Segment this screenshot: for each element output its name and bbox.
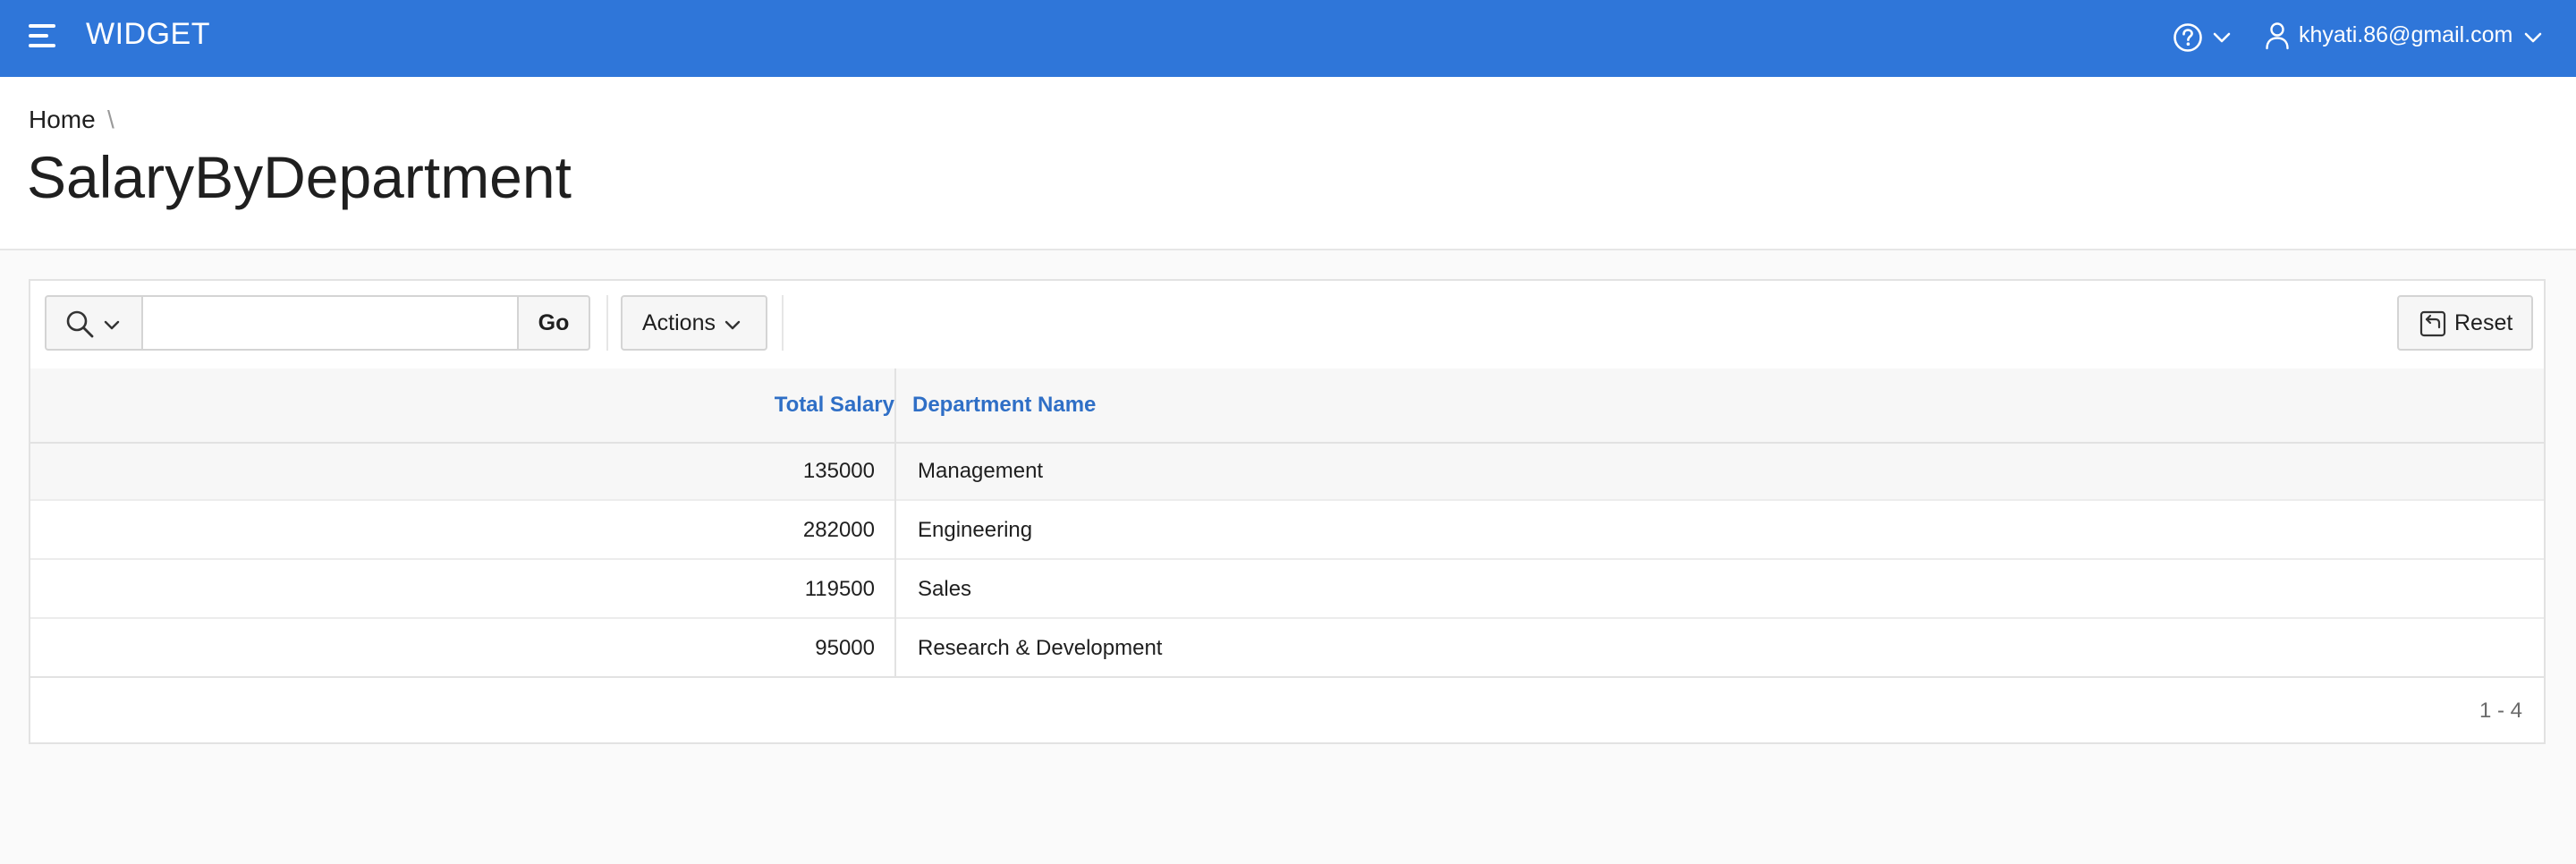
chevron-down-icon [2213, 32, 2231, 43]
help-circle-icon [2174, 23, 2202, 52]
toolbar-divider [606, 295, 608, 351]
breadcrumb-home-link[interactable]: Home [29, 104, 96, 136]
column-divider [894, 368, 896, 678]
reset-button[interactable]: Reset [2397, 295, 2533, 351]
column-header-total-salary[interactable]: Total Salary [30, 368, 894, 442]
cell-total-salary: 95000 [815, 636, 875, 660]
cell-total-salary: 135000 [802, 459, 875, 483]
report-toolbar: Go Actions Reset [30, 281, 2544, 370]
report-region: Go Actions Reset Total Salary Department… [29, 279, 2546, 744]
search-column-button[interactable] [45, 295, 143, 351]
user-icon [2266, 22, 2289, 50]
app-title[interactable]: WIDGET [86, 14, 210, 54]
report-footer: 1 - 4 [30, 678, 2544, 744]
chevron-down-icon [2524, 32, 2542, 43]
breadcrumb-separator: \ [107, 106, 114, 133]
user-menu-button[interactable]: khyati.86@gmail.com [2263, 18, 2549, 57]
table-row: 135000 Management [30, 444, 2544, 501]
reset-label: Reset [2454, 310, 2513, 335]
help-menu-button[interactable] [2172, 18, 2233, 57]
top-navigation-bar: WIDGET khyati.86@gmail.com [0, 0, 2576, 77]
search-input[interactable] [141, 295, 519, 351]
cell-department-name: Research & Development [918, 636, 1163, 660]
table-row: 282000 Engineering [30, 503, 2544, 560]
table-header-row: Total Salary Department Name [30, 368, 2544, 444]
actions-label: Actions [642, 310, 716, 335]
cell-department-name: Engineering [918, 518, 1033, 542]
cell-total-salary: 282000 [802, 518, 875, 542]
search-bar: Go [45, 295, 590, 351]
user-email: khyati.86@gmail.com [2299, 22, 2513, 47]
chevron-down-icon [104, 320, 120, 330]
actions-menu-button[interactable]: Actions [621, 295, 767, 351]
breadcrumb-region: Home \ SalaryByDepartment [0, 77, 2576, 250]
page-title: SalaryByDepartment [27, 144, 572, 210]
cell-total-salary: 119500 [804, 577, 875, 601]
table-row: 95000 Research & Development [30, 621, 2544, 678]
column-header-department-name[interactable]: Department Name [912, 368, 1096, 442]
cell-department-name: Management [918, 459, 1044, 483]
pagination-range: 1 - 4 [2479, 699, 2522, 723]
table-row: 119500 Sales [30, 562, 2544, 619]
chevron-down-icon [724, 320, 741, 330]
search-icon [66, 310, 94, 338]
hamburger-menu-icon[interactable] [27, 21, 59, 54]
cell-department-name: Sales [918, 577, 972, 601]
go-button[interactable]: Go [517, 295, 590, 351]
reset-icon [2419, 310, 2446, 337]
toolbar-divider [782, 295, 784, 351]
